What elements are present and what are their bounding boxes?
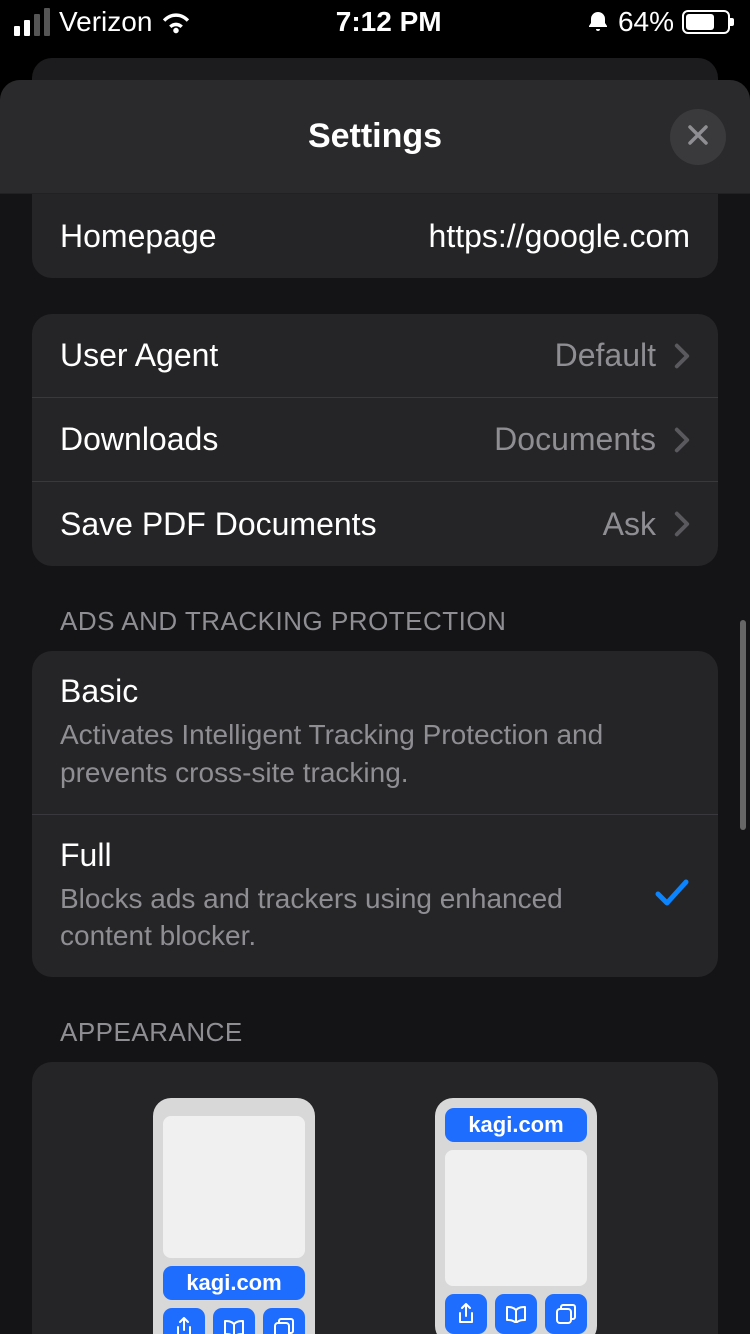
preview-url-pill: kagi.com — [445, 1108, 587, 1142]
homepage-row[interactable]: Homepage https://google.com — [32, 194, 718, 278]
appearance-top-preview[interactable]: kagi.com — [435, 1098, 597, 1334]
appearance-bottom-preview[interactable]: kagi.com — [153, 1098, 315, 1334]
settings-scroll-area[interactable]: Homepage https://google.com User Agent D… — [0, 194, 750, 1334]
status-left: Verizon — [14, 6, 191, 38]
save-pdf-row[interactable]: Save PDF Documents Ask — [32, 482, 718, 566]
sheet-header: Settings — [0, 80, 750, 194]
homepage-label: Homepage — [60, 218, 217, 255]
tabs-icon — [545, 1294, 587, 1334]
clock-label: 7:12 PM — [336, 6, 442, 38]
protection-basic-row[interactable]: Basic Activates Intelligent Tracking Pro… — [32, 651, 718, 815]
protection-full-row[interactable]: Full Blocks ads and trackers using enhan… — [32, 815, 718, 978]
preview-content — [163, 1116, 305, 1258]
wifi-icon — [161, 10, 191, 34]
preview-toolbar — [445, 1294, 587, 1334]
protection-section-header: ADS AND TRACKING PROTECTION — [60, 606, 750, 637]
close-button[interactable] — [670, 109, 726, 165]
status-right: 64% — [586, 6, 730, 38]
homepage-value: https://google.com — [217, 218, 690, 255]
save-pdf-label: Save PDF Documents — [60, 506, 377, 543]
alarm-icon — [586, 10, 610, 34]
appearance-section-header: APPEARANCE — [60, 1017, 750, 1048]
battery-icon — [682, 10, 730, 34]
general-group-top: Homepage https://google.com — [32, 194, 718, 278]
chevron-right-icon — [674, 427, 690, 453]
close-icon — [686, 117, 710, 156]
appearance-group: kagi.com kagi.com — [32, 1062, 718, 1334]
share-icon — [163, 1308, 205, 1334]
page-title: Settings — [308, 117, 442, 156]
checkmark-icon — [646, 873, 690, 918]
preview-toolbar — [163, 1308, 305, 1334]
status-bar: Verizon 7:12 PM 64% — [0, 0, 750, 44]
book-icon — [213, 1308, 255, 1334]
chevron-right-icon — [674, 511, 690, 537]
downloads-label: Downloads — [60, 421, 218, 458]
save-pdf-value: Ask — [377, 506, 656, 543]
signal-strength-icon — [14, 8, 50, 36]
user-agent-value: Default — [218, 337, 656, 374]
protection-basic-title: Basic — [60, 673, 670, 710]
chevron-right-icon — [674, 343, 690, 369]
general-group-2: User Agent Default Downloads Documents S… — [32, 314, 718, 566]
carrier-label: Verizon — [59, 6, 152, 38]
downloads-row[interactable]: Downloads Documents — [32, 398, 718, 482]
battery-percent-label: 64% — [618, 6, 674, 38]
downloads-value: Documents — [218, 421, 656, 458]
protection-full-title: Full — [60, 837, 626, 874]
preview-url-pill: kagi.com — [163, 1266, 305, 1300]
protection-group: Basic Activates Intelligent Tracking Pro… — [32, 651, 718, 977]
tabs-icon — [263, 1308, 305, 1334]
preview-content — [445, 1150, 587, 1286]
settings-sheet: Settings Homepage https://google.com Use… — [0, 80, 750, 1334]
user-agent-row[interactable]: User Agent Default — [32, 314, 718, 398]
user-agent-label: User Agent — [60, 337, 218, 374]
protection-full-desc: Blocks ads and trackers using enhanced c… — [60, 880, 626, 956]
scrollbar-thumb[interactable] — [740, 620, 746, 830]
share-icon — [445, 1294, 487, 1334]
protection-basic-desc: Activates Intelligent Tracking Protectio… — [60, 716, 670, 792]
book-icon — [495, 1294, 537, 1334]
